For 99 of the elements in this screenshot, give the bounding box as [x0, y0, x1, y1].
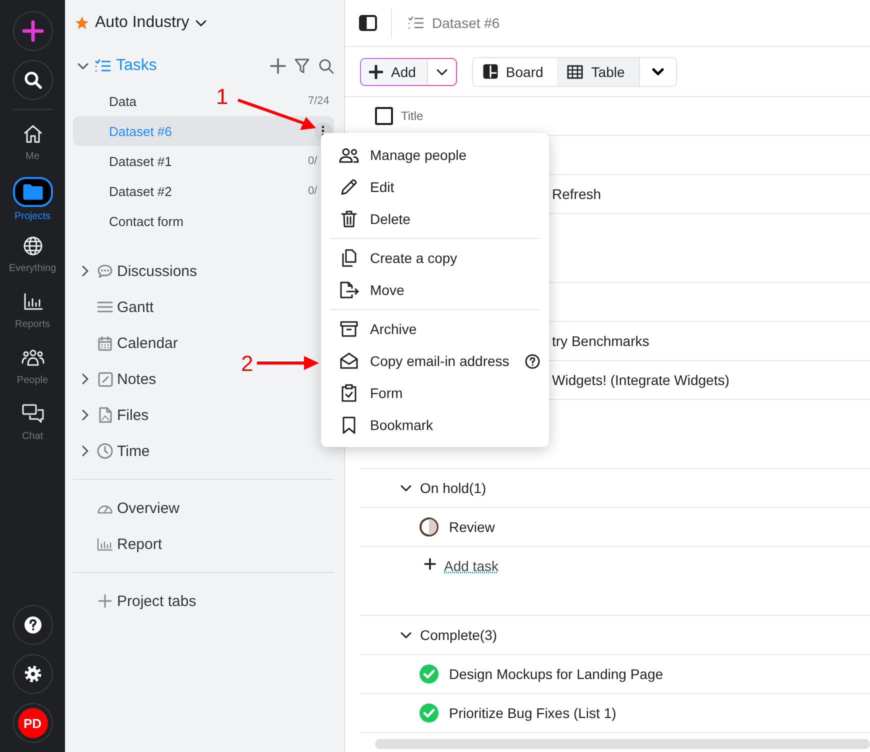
sidebar-item[interactable]: Discussions [117, 262, 198, 280]
chevron-right-icon [81, 373, 89, 385]
rail-item[interactable]: Everything [2, 233, 62, 289]
annotation-arrow [256, 355, 320, 371]
chevron-right-icon [81, 265, 89, 277]
create-button[interactable] [12, 11, 52, 51]
task-title[interactable]: Design Mockups for Landing Page [449, 666, 664, 682]
copy-icon [341, 249, 357, 267]
chevron-down-icon [652, 68, 664, 76]
plus-icon [424, 558, 436, 570]
menu-item[interactable]: Copy email-in address [321, 345, 549, 377]
home-icon [22, 123, 44, 145]
checklist-icon [408, 16, 424, 30]
chat-icon [22, 404, 44, 424]
help-icon [24, 616, 42, 634]
menu-item[interactable]: Bookmark [321, 409, 549, 441]
bar-chart-icon [97, 538, 113, 550]
search-icon [24, 71, 42, 89]
sidebar-item[interactable]: Overview [117, 500, 180, 516]
help-button[interactable] [12, 605, 52, 645]
rail-item[interactable]: Reports [2, 289, 62, 345]
group-header[interactable]: Complete(3) [420, 627, 498, 643]
add-options-button[interactable] [428, 58, 456, 84]
project-title[interactable]: Auto Industry [95, 14, 190, 32]
check-circle-icon [419, 703, 439, 723]
scrollbar[interactable] [375, 739, 870, 749]
board-icon [482, 64, 498, 79]
trash-icon [341, 210, 357, 228]
calendar-icon [98, 336, 112, 350]
annotation-number: 1 [216, 84, 228, 110]
people-icon [339, 147, 359, 163]
people-icon [20, 349, 44, 367]
add-button[interactable]: Add [361, 58, 428, 84]
sidebar-toggle-icon [359, 15, 377, 31]
menu-item[interactable]: Archive [321, 313, 549, 345]
column-header: Title [401, 109, 424, 123]
chevron-right-icon [81, 409, 89, 421]
note-icon [98, 372, 112, 386]
filter-icon [294, 58, 310, 74]
star-icon [75, 16, 89, 30]
speech-bubble-icon [97, 264, 113, 278]
table-icon [567, 64, 584, 78]
chevron-down-icon [195, 19, 208, 27]
bar-chart-icon [22, 293, 42, 311]
rail-item[interactable]: People [2, 345, 62, 401]
add-task-link[interactable]: Add task [444, 558, 498, 574]
select-all-checkbox[interactable] [375, 107, 393, 125]
view-options-button[interactable] [638, 58, 676, 86]
check-circle-icon [419, 664, 439, 684]
help-icon [525, 354, 540, 368]
clock-icon [97, 443, 113, 459]
sidebar-item[interactable]: Report [117, 536, 162, 552]
chevron-down-icon [400, 484, 412, 492]
menu-item[interactable]: Form [321, 377, 549, 409]
globe-icon [22, 236, 42, 256]
annotation-number: 2 [241, 351, 254, 377]
task-title: Widgets! (Integrate Widgets) [552, 372, 730, 388]
rail-item[interactable]: Me [2, 121, 62, 177]
group-header[interactable]: On hold(1) [420, 480, 486, 496]
gear-icon [24, 665, 42, 683]
project-tabs-link[interactable]: Project tabs [117, 592, 196, 610]
user-avatar[interactable]: PD [18, 708, 48, 738]
plus-icon [98, 594, 112, 608]
file-export-icon [339, 281, 359, 299]
menu-item[interactable]: Move [321, 274, 549, 306]
menu-item[interactable]: Create a copy [321, 242, 549, 274]
task-title[interactable]: Review [449, 519, 495, 535]
file-icon [98, 407, 112, 423]
plus-icon [369, 64, 383, 78]
chevron-down-icon [436, 68, 448, 76]
bookmark-icon [342, 416, 356, 434]
breadcrumb-title: Dataset #6 [432, 15, 500, 31]
task-title: try Benchmarks [552, 333, 650, 349]
task-title: Refresh [552, 186, 602, 202]
rail-item[interactable]: Chat [2, 401, 62, 457]
plus-icon [22, 20, 44, 42]
task-title[interactable]: Prioritize Bug Fixes (List 1) [449, 705, 616, 721]
sidebar-item[interactable]: Time [117, 442, 150, 460]
archive-icon [340, 321, 358, 337]
search-button[interactable] [12, 60, 52, 100]
chevron-down-icon [400, 631, 412, 639]
sidebar-item[interactable]: Files [117, 406, 149, 424]
chevron-down-icon [77, 62, 89, 70]
sidebar-item[interactable]: Gantt [117, 298, 154, 316]
folder-icon [22, 184, 42, 200]
rail-item[interactable]: Projects [2, 177, 62, 233]
settings-button[interactable] [12, 654, 52, 694]
checklist-icon [95, 59, 111, 73]
envelope-icon [340, 352, 358, 370]
lines-icon [97, 301, 113, 313]
plus-icon [270, 58, 286, 74]
chevron-right-icon [81, 445, 89, 457]
sidebar-item[interactable]: Calendar [117, 334, 178, 352]
pencil-icon [340, 178, 358, 196]
view-tab[interactable]: Table [557, 58, 639, 86]
half-circle-icon [419, 517, 439, 537]
search-icon [318, 58, 334, 74]
sidebar-item[interactable]: Notes [117, 370, 156, 388]
clipboard-icon [341, 384, 357, 402]
